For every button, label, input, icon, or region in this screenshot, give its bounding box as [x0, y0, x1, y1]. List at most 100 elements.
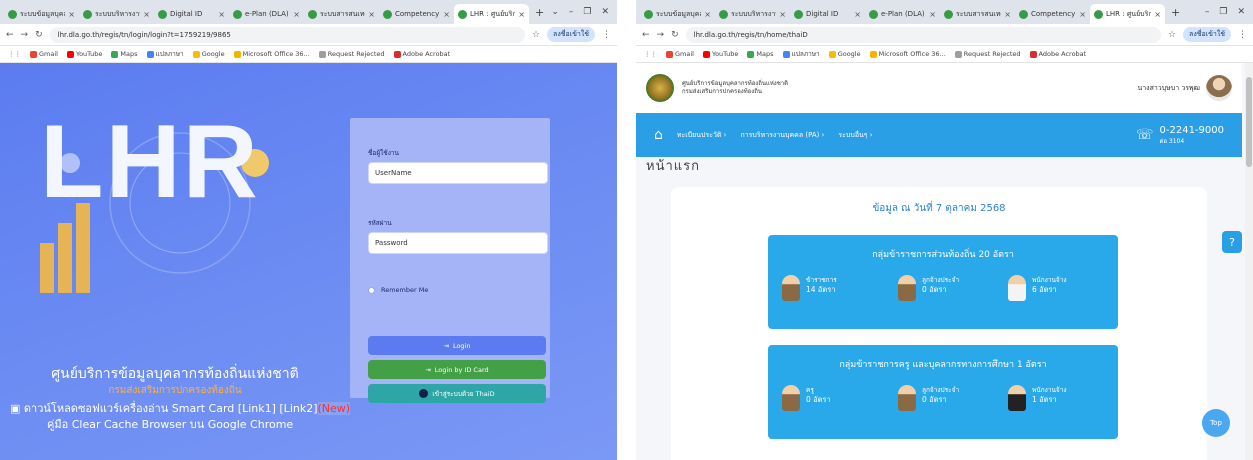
maximize-icon[interactable]: ❐: [1219, 7, 1227, 17]
bookmark-item[interactable]: Google: [828, 50, 861, 58]
browser-tab[interactable]: e-Plan (DLA) ×: [865, 4, 940, 24]
bookmark-item[interactable]: Adobe Acrobat: [393, 50, 450, 58]
bookmark-item[interactable]: Microsoft Office 36...: [869, 50, 946, 58]
new-tab-button[interactable]: +: [1165, 6, 1186, 19]
forward-icon[interactable]: →: [657, 30, 665, 40]
bookmark-item[interactable]: Gmail: [30, 50, 58, 58]
browser-tab[interactable]: ระบบข้อมูลบุคลากร×: [4, 4, 79, 24]
close-tab-icon[interactable]: ×: [1004, 10, 1011, 19]
login-id-card-button[interactable]: ⇥ Login by ID Card: [368, 360, 546, 379]
browser-tab[interactable]: ระบบสารสนเทศ ×: [940, 4, 1015, 24]
password-input[interactable]: Password: [368, 232, 548, 254]
maximize-icon[interactable]: ❐: [583, 7, 591, 17]
clear-cache-guide-link[interactable]: คู่มือ Clear Cache Browser บน Google Chr…: [47, 415, 293, 433]
back-icon[interactable]: ←: [6, 30, 14, 40]
scrollbar[interactable]: [1245, 63, 1253, 460]
reload-icon[interactable]: ↻: [671, 30, 679, 40]
close-tab-icon[interactable]: ×: [929, 10, 936, 19]
login-button[interactable]: ⇥ Login: [368, 336, 546, 355]
nav-item-pa[interactable]: การบริหารงานบุคคล (PA) ›: [740, 130, 824, 141]
browser-tab-active[interactable]: LHR : ศูนย์บริการข้อมูล×: [454, 4, 529, 24]
user-menu[interactable]: นางสาวบุษบา วรพุฒ: [1137, 75, 1232, 101]
username-input[interactable]: UserName: [368, 162, 548, 184]
close-tab-icon[interactable]: ×: [779, 10, 786, 19]
scrollbar-thumb[interactable]: [1246, 77, 1252, 167]
nav-item-profile[interactable]: ทะเบียนประวัติ ›: [677, 130, 727, 141]
new-tab-button[interactable]: +: [529, 6, 550, 19]
close-window-icon[interactable]: ✕: [601, 7, 609, 17]
browser-tab[interactable]: ระบบสารสนเทศ ×: [304, 4, 379, 24]
browser-tab[interactable]: Digital ID ×: [154, 4, 229, 24]
address-bar[interactable]: lhr.dla.go.th/regis/tn/login/login?t=175…: [49, 26, 525, 43]
bookmark-star-icon[interactable]: ☆: [1168, 30, 1176, 40]
minimize-icon[interactable]: –: [569, 7, 574, 17]
site-favicon-icon: [458, 9, 467, 19]
browser-tab[interactable]: Competency Assessment×: [379, 4, 454, 24]
apps-icon[interactable]: ⋮⋮: [644, 50, 657, 58]
close-tab-icon[interactable]: ×: [293, 10, 300, 19]
stat-item: ลูกจ้างประจำ 0 อัตรา: [898, 385, 959, 411]
bookmark-label: Maps: [756, 50, 774, 58]
remember-label: Remember Me: [381, 286, 429, 294]
bookmark-label: Maps: [120, 50, 138, 58]
bookmark-item[interactable]: YouTube: [66, 50, 102, 58]
help-button[interactable]: ?: [1222, 231, 1242, 253]
bookmark-item[interactable]: Maps: [747, 50, 774, 58]
bookmark-item[interactable]: Adobe Acrobat: [1029, 50, 1086, 58]
browser-tab[interactable]: e-Plan (DLA) ×: [229, 4, 304, 24]
bookmark-item[interactable]: Request Rejected: [954, 50, 1021, 58]
tab-title: LHR : ศูนย์บริการข้อมูล: [470, 9, 516, 18]
browser-tab[interactable]: ระบบบริหารงานบุคคล×: [79, 4, 154, 24]
browser-tab-active[interactable]: LHR : ศูนย์บริการข้อมูล×: [1090, 4, 1165, 24]
close-window-icon[interactable]: ✕: [1237, 7, 1245, 17]
bookmark-item[interactable]: Google: [192, 50, 225, 58]
browser-tab[interactable]: Competency Assessment×: [1015, 4, 1090, 24]
back-icon[interactable]: ←: [642, 30, 650, 40]
bookmark-item[interactable]: Microsoft Office 36...: [233, 50, 310, 58]
bookmark-item[interactable]: Maps: [111, 50, 138, 58]
reload-icon[interactable]: ↻: [35, 30, 43, 40]
bookmark-item[interactable]: Gmail: [666, 50, 694, 58]
browser-tab[interactable]: Digital ID ×: [790, 4, 865, 24]
phone-number: 0-2241-9000: [1159, 124, 1224, 136]
close-tab-icon[interactable]: ×: [68, 10, 75, 19]
menu-icon[interactable]: ⋮: [602, 30, 611, 40]
download-text[interactable]: ดาวน์โหลดซอฟแวร์เครื่องอ่าน Smart Card […: [24, 402, 318, 415]
bookmark-item[interactable]: Request Rejected: [318, 50, 385, 58]
site-favicon-icon: [383, 9, 392, 19]
close-tab-icon[interactable]: ×: [1154, 10, 1161, 19]
apps-icon[interactable]: ⋮⋮: [8, 50, 21, 58]
bookmark-item[interactable]: แปลภาษา: [782, 49, 820, 59]
tab-search-icon[interactable]: ⌄: [551, 7, 559, 17]
stat-item: ครู 0 อัตรา: [782, 385, 831, 411]
back-to-top-button[interactable]: Top: [1202, 409, 1230, 437]
remember-me[interactable]: Remember Me: [368, 286, 428, 294]
account-button[interactable]: ลงชื่อเข้าใช้: [547, 27, 595, 42]
nav-item-other[interactable]: ระบบอื่นๆ ›: [838, 130, 872, 141]
forward-icon[interactable]: →: [21, 30, 29, 40]
close-tab-icon[interactable]: ×: [854, 10, 861, 19]
bookmark-item[interactable]: YouTube: [702, 50, 738, 58]
browser-tab[interactable]: ระบบข้อมูลบุคลากร×: [640, 4, 715, 24]
home-icon[interactable]: ⌂: [654, 127, 663, 143]
account-button[interactable]: ลงชื่อเข้าใช้: [1183, 27, 1231, 42]
close-tab-icon[interactable]: ×: [518, 10, 525, 19]
bookmark-item[interactable]: แปลภาษา: [146, 49, 184, 59]
thaid-login-button[interactable]: เข้าสู่ระบบด้วย ThaiD: [368, 384, 546, 403]
minimize-icon[interactable]: –: [1205, 7, 1210, 17]
contact-phone: ☏ 0-2241-9000 ต่อ 3104: [1136, 125, 1224, 146]
close-tab-icon[interactable]: ×: [368, 10, 375, 19]
site-favicon-icon: [1019, 9, 1028, 19]
menu-icon[interactable]: ⋮: [1238, 30, 1247, 40]
close-tab-icon[interactable]: ×: [443, 10, 450, 19]
address-bar[interactable]: lhr.dla.go.th/regis/tn/home/thaiD: [685, 26, 1161, 43]
tab-title: ระบบบริหารงานบุคคล: [731, 9, 776, 18]
avatar[interactable]: [1206, 75, 1232, 101]
remember-checkbox[interactable]: [368, 286, 375, 294]
close-tab-icon[interactable]: ×: [218, 10, 225, 19]
bookmark-star-icon[interactable]: ☆: [532, 30, 540, 40]
close-tab-icon[interactable]: ×: [704, 10, 711, 19]
browser-tab[interactable]: ระบบบริหารงานบุคคล×: [715, 4, 790, 24]
close-tab-icon[interactable]: ×: [143, 10, 150, 19]
close-tab-icon[interactable]: ×: [1079, 10, 1086, 19]
